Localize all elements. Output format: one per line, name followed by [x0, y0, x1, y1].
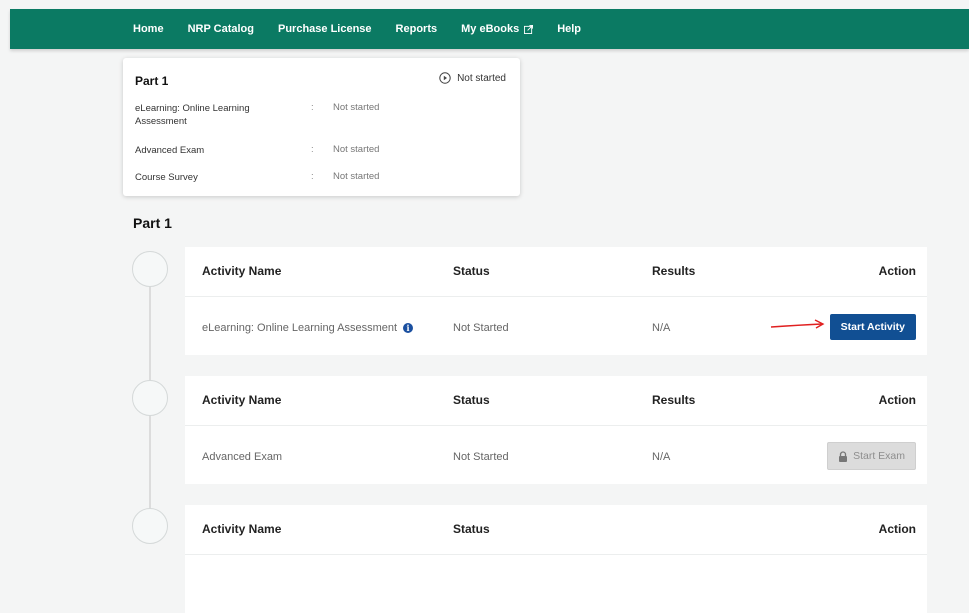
nav-nrp-catalog[interactable]: NRP Catalog: [188, 23, 254, 35]
nav-nrp-catalog-label: NRP Catalog: [187, 23, 254, 35]
summary-row-separator: :: [311, 171, 314, 182]
activity-status: Not Started: [453, 322, 509, 334]
header-activity-name: Activity Name: [202, 522, 282, 536]
lock-icon: [839, 450, 848, 462]
summary-title: Part 1: [135, 74, 169, 88]
header-results: Results: [652, 393, 696, 407]
nav-reports-label: Reports: [395, 23, 438, 35]
summary-row-status: Not started: [333, 102, 380, 113]
nav-help[interactable]: Help: [557, 23, 581, 35]
section-title: Part 1: [133, 215, 172, 231]
nav-purchase-license-label: Purchase License: [277, 23, 372, 35]
summary-row-name: eLearning: Online Learning Assessment: [135, 103, 250, 127]
nav-my-ebooks[interactable]: My eBooks: [461, 23, 534, 35]
red-arrow-annotation: [770, 319, 825, 329]
activity-card: Activity Name Status Results Action eLea…: [185, 247, 927, 355]
summary-row-separator: :: [311, 102, 314, 113]
timeline-node: [132, 380, 168, 416]
summary-row-status: Not started: [333, 171, 380, 182]
activity-table-header: Activity Name Status Action: [185, 505, 927, 555]
nav-reports[interactable]: Reports: [396, 23, 438, 35]
timeline-node: [132, 251, 168, 287]
activity-status: Not Started: [453, 451, 509, 463]
header-activity-name: Activity Name: [202, 264, 282, 278]
activity-card: Activity Name Status Results Action Adva…: [185, 376, 927, 484]
summary-status: Not started: [439, 72, 506, 84]
activity-results: N/A: [652, 451, 671, 463]
nav-home[interactable]: Home: [133, 23, 164, 35]
header-activity-name: Activity Name: [202, 393, 282, 407]
nav-my-ebooks-label: My eBooks: [461, 23, 520, 35]
summary-row-status: Not started: [333, 144, 380, 155]
play-circle-icon: [439, 72, 451, 84]
header-status: Status: [453, 264, 490, 278]
header-action: Action: [878, 393, 916, 407]
activity-name-cell: eLearning: Online Learning Assessment i: [202, 322, 414, 334]
header-status: Status: [453, 522, 490, 536]
header-action: Action: [878, 522, 916, 536]
top-navbar: Home NRP Catalog Purchase License Report…: [10, 9, 969, 49]
nav-home-label: Home: [133, 23, 164, 35]
info-icon[interactable]: i: [403, 323, 414, 333]
start-exam-button[interactable]: Start Exam: [827, 442, 916, 470]
nav-purchase-license[interactable]: Purchase License: [278, 23, 372, 35]
activity-name: Advanced Exam: [202, 451, 283, 463]
timeline-node: [132, 508, 168, 544]
external-link-icon: [524, 24, 534, 34]
start-exam-label: Start Exam: [853, 450, 905, 462]
summary-row-name: Advanced Exam: [135, 145, 205, 156]
activity-card: Activity Name Status Action: [185, 505, 927, 613]
part-summary-card: Part 1 Not started eLearning: Online Lea…: [123, 58, 520, 196]
summary-status-label: Not started: [457, 72, 506, 84]
activity-results: N/A: [652, 322, 671, 334]
nav-help-label: Help: [557, 23, 582, 35]
activity-table-header: Activity Name Status Results Action: [185, 376, 927, 426]
activity-name: eLearning: Online Learning Assessment: [202, 322, 398, 334]
summary-row-name: Course Survey: [135, 172, 198, 183]
summary-row-separator: :: [311, 144, 314, 155]
start-activity-button[interactable]: Start Activity: [829, 314, 916, 340]
header-status: Status: [453, 393, 490, 407]
activity-table-header: Activity Name Status Results Action: [185, 247, 927, 297]
header-results: Results: [652, 264, 696, 278]
header-action: Action: [878, 264, 916, 278]
